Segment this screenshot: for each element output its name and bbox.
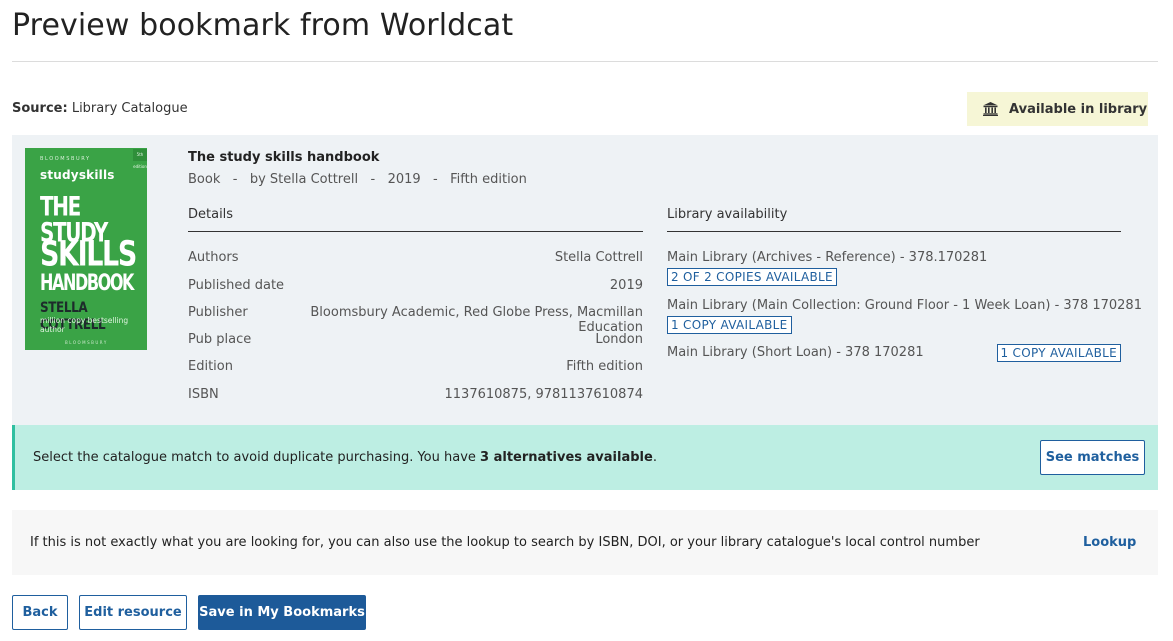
title-divider [12, 61, 1158, 62]
detail-value: Fifth edition [566, 359, 643, 374]
details-divider [188, 231, 643, 232]
detail-row-edition: Edition Fifth edition [188, 359, 643, 374]
detail-value: 1137610875, 9781137610874 [444, 387, 644, 402]
cover-title-line: SKILLS [40, 234, 137, 275]
detail-label: Published date [188, 278, 285, 293]
source-value: Library Catalogue [71, 101, 188, 116]
detail-value: London [595, 332, 643, 347]
match-message: Select the catalogue match to avoid dupl… [33, 450, 657, 465]
library-availability-heading: Library availability [667, 207, 788, 222]
library-location: Main Library (Archives - Reference) - 37… [667, 250, 988, 265]
see-matches-button[interactable]: See matches [1040, 440, 1145, 475]
resource-title: The study skills handbook [188, 150, 380, 165]
detail-label: Edition [188, 359, 233, 374]
library-entry: Main Library (Archives - Reference) - 37… [667, 250, 987, 286]
availability-badge-label: Available in library [1009, 101, 1148, 117]
detail-value: Stella Cottrell [554, 250, 643, 265]
detail-label: ISBN [188, 387, 219, 402]
lookup-message: If this is not exactly what you are look… [30, 535, 980, 550]
library-availability-divider [667, 231, 1121, 232]
detail-row-pub-place: Pub place London [188, 332, 643, 347]
availability-badge: Available in library [967, 92, 1148, 126]
detail-row-authors: Authors Stella Cottrell [188, 250, 643, 265]
copies-available-badge: 1 COPY AVAILABLE [667, 316, 792, 334]
detail-row-published-date: Published date 2019 [188, 278, 643, 293]
lookup-panel: If this is not exactly what you are look… [12, 510, 1158, 575]
book-cover: BLOOMSBURY 5th edition studyskills THE S… [25, 148, 147, 350]
cover-series: studyskills [40, 168, 115, 182]
cover-edition-badge: 5th edition [133, 149, 147, 169]
match-alternatives-count: 3 alternatives available [480, 450, 653, 465]
source-line: Source: Library Catalogue [12, 101, 188, 116]
page-title: Preview bookmark from Worldcat [12, 8, 514, 43]
catalogue-match-banner: Select the catalogue match to avoid dupl… [12, 425, 1158, 490]
cover-tagline: million copy bestselling author [40, 316, 129, 334]
cover-title: THE STUDY SKILLS HANDBOOK [40, 193, 146, 294]
source-label: Source: [12, 101, 68, 116]
detail-value: 2019 [609, 278, 643, 293]
detail-label: Authors [188, 250, 239, 265]
cover-title-line: HANDBOOK [40, 269, 134, 296]
detail-row-publisher: Publisher Bloomsbury Academic, Red Globe… [188, 305, 643, 335]
detail-value: Bloomsbury Academic, Red Globe Press, Ma… [310, 305, 643, 335]
record-panel: BLOOMSBURY 5th edition studyskills THE S… [12, 135, 1158, 425]
library-entry: Main Library (Main Collection: Ground Fl… [667, 298, 1142, 334]
library-entry: Main Library (Short Loan) - 378 170281 1… [667, 344, 1121, 362]
resource-meta: Book - by Stella Cottrell - 2019 - Fifth… [188, 172, 527, 187]
details-heading: Details [188, 207, 234, 222]
detail-label: Publisher [188, 305, 248, 320]
detail-row-isbn: ISBN 1137610875, 9781137610874 [188, 387, 643, 402]
save-bookmark-button[interactable]: Save in My Bookmarks [198, 595, 366, 630]
match-message-end: . [652, 450, 657, 465]
match-message-text: Select the catalogue match to avoid dupl… [33, 450, 481, 465]
lookup-link[interactable]: Lookup [1083, 535, 1136, 550]
detail-label: Pub place [188, 332, 252, 347]
cover-publisher: BLOOMSBURY [40, 156, 91, 162]
library-building-icon [983, 102, 998, 116]
copies-available-badge: 1 COPY AVAILABLE [996, 344, 1121, 362]
cover-bottom-publisher: BLOOMSBURY [65, 340, 108, 345]
back-button[interactable]: Back [12, 595, 68, 630]
edit-resource-button[interactable]: Edit resource [79, 595, 187, 630]
copies-available-badge: 2 OF 2 COPIES AVAILABLE [667, 268, 837, 286]
library-location: Main Library (Short Loan) - 378 170281 [667, 345, 924, 360]
library-location: Main Library (Main Collection: Ground Fl… [667, 298, 1142, 313]
